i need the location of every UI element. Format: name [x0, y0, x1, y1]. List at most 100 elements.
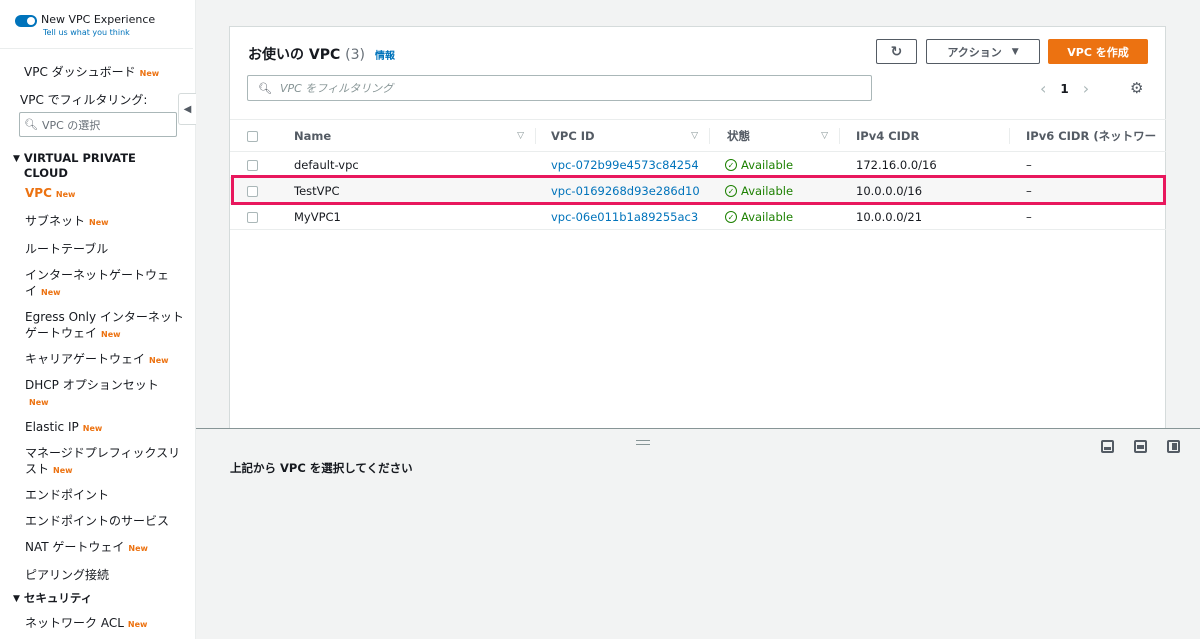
split-bottom-icon[interactable] — [1101, 440, 1114, 453]
sidebar-item[interactable]: キャリアゲートウェイ New — [0, 351, 195, 369]
cell-status: ✓ Available — [710, 177, 840, 204]
sidebar-item[interactable]: ネットワーク ACL New — [0, 615, 195, 633]
sidebar-item[interactable]: インターネットゲートウェイ New — [0, 267, 175, 301]
sidebar-item[interactable]: VPC New — [0, 185, 195, 203]
table-row[interactable]: MyVPC1 vpc-06e011b1a89255ac3 ✓ Available 10.… — [230, 203, 1166, 230]
search-icon: 🔍︎ — [24, 118, 38, 131]
sidebar: New VPC Experience Tell us what you thin… — [0, 0, 196, 639]
column-status[interactable]: 状態 ▽ — [710, 119, 840, 152]
column-vpc-id[interactable]: VPC ID ▽ — [536, 119, 710, 152]
page-number[interactable]: 1 — [1060, 82, 1068, 96]
new-badge: New — [29, 398, 49, 407]
sidebar-item[interactable]: サブネット New — [0, 213, 195, 231]
cell-vpc-id[interactable]: vpc-072b99e4573c84254 — [536, 151, 710, 178]
cell-status: ✓ Available — [710, 151, 840, 178]
table-header-row: Name ▽ VPC ID ▽ 状態 ▽ IPv4 CIDR IPv6 CIDR (ネ… — [230, 119, 1166, 152]
cell-ipv6-cidr: – — [1010, 177, 1166, 204]
column-ipv6-cidr[interactable]: IPv6 CIDR (ネットワー — [1010, 119, 1166, 152]
new-badge: New — [89, 218, 109, 227]
row-checkbox[interactable] — [247, 159, 258, 171]
sort-icon: ▽ — [821, 131, 828, 141]
check-circle-icon: ✓ — [725, 185, 737, 198]
split-middle-icon[interactable] — [1134, 440, 1147, 453]
filter-label: VPC でフィルタリング: — [20, 93, 148, 107]
cell-ipv6-cidr: – — [1010, 151, 1166, 178]
new-badge: New — [139, 69, 160, 78]
cell-ipv6-cidr: – — [1010, 203, 1166, 230]
vpc-select[interactable]: 🔍︎ VPC の選択 — [19, 112, 177, 137]
vpc-id-link[interactable]: vpc-06e011b1a89255ac3 — [551, 210, 698, 224]
table-row[interactable]: default-vpc vpc-072b99e4573c84254 ✓ Availab… — [230, 151, 1166, 178]
info-link[interactable]: 情報 — [375, 47, 395, 62]
settings-gear-icon[interactable]: ⚙ — [1130, 79, 1143, 97]
cell-ipv4-cidr: 172.16.0.0/16 — [840, 151, 1010, 178]
sidebar-item[interactable]: Egress Only インターネットゲートウェイ New — [0, 309, 185, 343]
section-vpc[interactable]: ▼ VIRTUAL PRIVATE CLOUD — [0, 151, 195, 181]
search-icon: 🔍︎ — [258, 81, 272, 95]
select-all-checkbox[interactable] — [247, 130, 258, 142]
split-right-icon[interactable] — [1167, 440, 1180, 453]
sidebar-item[interactable]: ルートテーブル — [0, 241, 195, 257]
column-ipv4-cidr[interactable]: IPv4 CIDR — [840, 119, 1010, 152]
new-experience-toggle-row: New VPC Experience Tell us what you thin… — [0, 0, 193, 49]
new-badge: New — [127, 620, 148, 629]
sidebar-item[interactable]: DHCP オプションセットNew — [0, 377, 165, 411]
sidebar-item[interactable]: ピアリング接続 — [0, 567, 195, 583]
refresh-button[interactable]: ↻ — [876, 39, 917, 64]
search-input[interactable]: 🔍︎ VPC をフィルタリング — [247, 75, 872, 101]
caret-down-icon: ▼ — [1011, 46, 1019, 57]
vpc-table: Name ▽ VPC ID ▽ 状態 ▽ IPv4 CIDR IPv6 CIDR (ネ… — [230, 119, 1166, 230]
feedback-link[interactable]: Tell us what you think — [43, 27, 155, 39]
new-badge: New — [149, 356, 169, 365]
cell-ipv4-cidr: 10.0.0.0/16 — [840, 177, 1010, 204]
check-circle-icon: ✓ — [725, 211, 737, 224]
cell-vpc-id[interactable]: vpc-06e011b1a89255ac3 — [536, 203, 710, 230]
create-vpc-button[interactable]: VPC を作成 — [1048, 39, 1148, 64]
cell-name: MyVPC1 — [294, 203, 536, 230]
vpc-id-link[interactable]: vpc-0169268d93e286d10 — [551, 184, 700, 198]
sidebar-item-dashboard[interactable]: VPC ダッシュボード New — [0, 49, 195, 81]
cell-status: ✓ Available — [710, 203, 840, 230]
sidebar-item[interactable]: エンドポイント — [0, 487, 195, 503]
refresh-icon: ↻ — [890, 43, 903, 60]
new-experience-toggle[interactable] — [15, 15, 37, 27]
row-checkbox-cell — [230, 203, 294, 230]
chevron-left-icon[interactable]: ‹ — [1040, 79, 1046, 98]
sidebar-item[interactable]: Elastic IP New — [0, 419, 195, 437]
caret-down-icon: ▼ — [13, 594, 20, 604]
section-security[interactable]: ▼ セキュリティ — [0, 591, 195, 607]
new-badge: New — [53, 466, 73, 475]
chevron-left-icon: ◀ — [183, 103, 192, 115]
cell-name: default-vpc — [294, 151, 536, 178]
vpc-list-card: お使いの VPC (3) 情報 ↻ アクション ▼ VPC を作成 🔍︎ VPC を… — [229, 26, 1166, 429]
resize-grip-icon[interactable] — [636, 440, 650, 445]
sort-icon: ▽ — [691, 131, 698, 141]
cell-ipv4-cidr: 10.0.0.0/21 — [840, 203, 1010, 230]
cell-vpc-id[interactable]: vpc-0169268d93e286d10 — [536, 177, 710, 204]
sidebar-item[interactable]: マネージドプレフィックスリスト New — [0, 445, 185, 479]
sidebar-item[interactable]: NAT ゲートウェイ New — [0, 539, 195, 557]
cell-name: TestVPC — [294, 177, 536, 204]
actions-button[interactable]: アクション ▼ — [926, 39, 1040, 64]
chevron-right-icon[interactable]: › — [1083, 79, 1089, 98]
toggle-title: New VPC Experience — [41, 13, 156, 26]
collapse-sidebar-button[interactable]: ◀ — [178, 93, 196, 125]
sidebar-item[interactable]: エンドポイントのサービス — [0, 513, 195, 529]
page-title: お使いの VPC (3) — [248, 47, 365, 63]
details-empty-message: 上記から VPC を選択してください — [230, 461, 413, 475]
row-checkbox-cell — [230, 177, 294, 204]
column-name[interactable]: Name ▽ — [294, 119, 536, 152]
new-badge: New — [101, 330, 121, 339]
vpc-count: (3) — [345, 47, 365, 63]
new-badge: New — [82, 424, 103, 433]
new-badge: New — [128, 544, 148, 553]
new-badge: New — [41, 288, 61, 297]
table-row[interactable]: TestVPC vpc-0169268d93e286d10 ✓ Available 10… — [230, 177, 1166, 204]
row-checkbox[interactable] — [247, 211, 258, 223]
row-checkbox[interactable] — [247, 185, 258, 197]
select-all-cell — [230, 119, 294, 152]
new-badge: New — [55, 190, 76, 199]
details-pane: 上記から VPC を選択してください — [196, 429, 1200, 639]
check-circle-icon: ✓ — [725, 159, 737, 172]
vpc-id-link[interactable]: vpc-072b99e4573c84254 — [551, 158, 699, 172]
